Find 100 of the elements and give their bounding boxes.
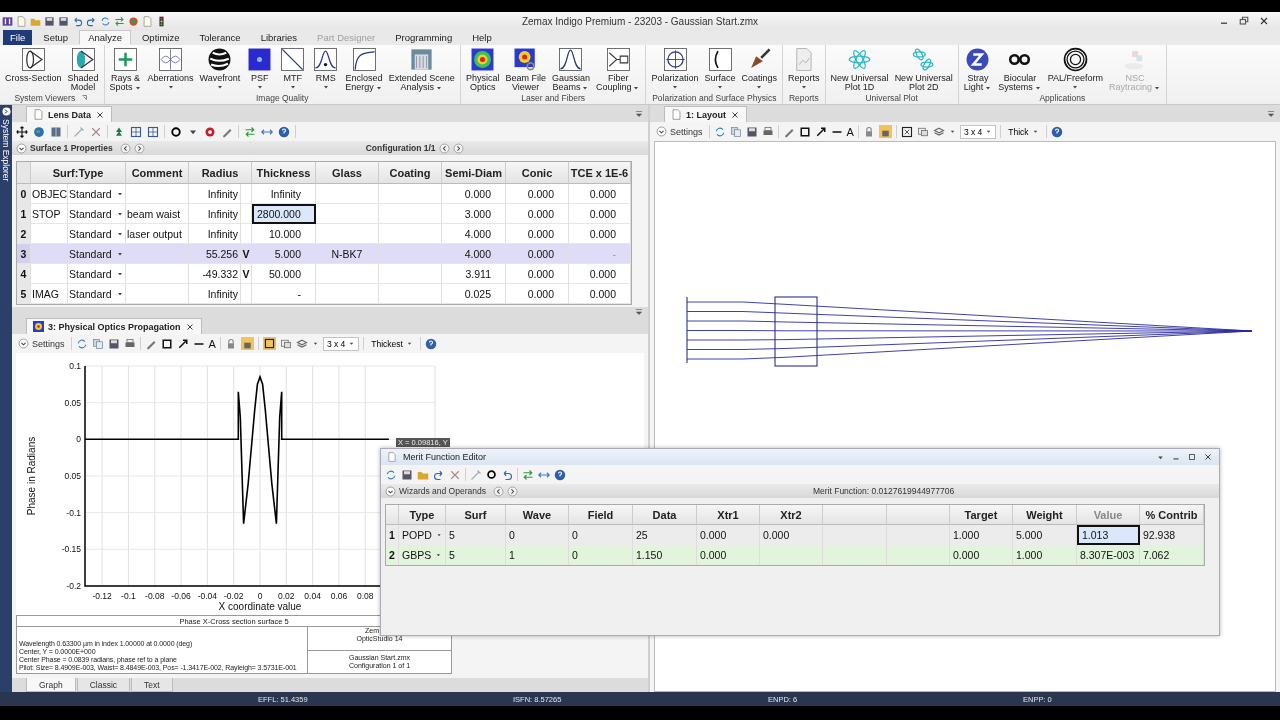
ribbon-button[interactable]: Reports [785,45,823,92]
table-cell[interactable]: 0.000 [569,204,631,224]
table-cell[interactable] [316,224,379,244]
table-cell[interactable] [316,184,379,204]
fit-icon[interactable] [262,337,276,350]
ball-icon[interactable] [128,15,139,27]
swap-icon[interactable] [244,125,256,138]
table-cell[interactable]: 10.000 [252,224,316,244]
refresh-icon[interactable] [75,337,88,350]
table-cell[interactable]: 25 [633,525,697,545]
save-icon[interactable] [44,15,55,27]
active-cell[interactable]: 2800.000 [252,204,316,224]
ribbon-button[interactable]: MTF [276,45,310,92]
table-cell[interactable]: 0.000 [697,545,760,565]
rectangle-icon[interactable] [160,337,173,350]
table-cell[interactable] [126,244,189,264]
table-cell[interactable]: -49.332 [189,264,241,284]
row-number[interactable]: 3 [17,244,31,264]
refresh-icon[interactable] [713,125,726,138]
dialog-launcher-icon[interactable] [81,94,90,102]
caret-icon[interactable] [799,83,808,91]
maximize-icon[interactable] [1187,452,1197,462]
ribbon-button[interactable]: Fiber Coupling [592,45,644,92]
windows-icon[interactable] [279,337,292,350]
grid-icon[interactable] [130,125,142,138]
type-dropdown[interactable]: Standard [68,244,126,264]
table-cell[interactable] [316,284,379,304]
ring-icon[interactable] [486,469,497,480]
row-number[interactable]: 4 [17,264,31,284]
table-cell[interactable]: Infinity [189,204,241,224]
swap-icon[interactable] [114,15,125,27]
table-cell[interactable]: N-BK7 [316,244,379,264]
expand-icon[interactable] [1,107,11,116]
undo-icon[interactable] [501,468,513,481]
solve-cell[interactable] [241,184,252,204]
ring-icon[interactable] [170,125,182,138]
table-cell[interactable] [126,184,189,204]
table-cell[interactable]: Infinity [189,284,241,304]
save-icon[interactable] [107,337,120,350]
tree-icon[interactable] [113,125,125,138]
table-cell[interactable]: 1.150 [633,545,697,565]
move-icon[interactable] [16,125,28,138]
ribbon-button[interactable]: Physical Optics [462,45,503,92]
table-cell[interactable]: 3.911 [442,264,506,284]
ribbon-button[interactable]: Surface [701,45,739,92]
lock-icon[interactable] [878,125,892,138]
menu-tab[interactable]: Analyze [79,30,131,45]
row-number[interactable]: 0 [17,184,31,204]
table-cell[interactable]: 0.000 [569,284,631,304]
ribbon-button[interactable]: Coatings [738,45,781,92]
table-cell[interactable]: Infinity [252,184,316,204]
windows-icon[interactable] [916,125,929,138]
pane-menu-icon[interactable] [634,307,644,317]
layout-dropdown[interactable]: 3 x 4 [322,336,360,351]
undo-icon[interactable] [72,15,83,27]
table-cell[interactable] [760,545,823,565]
caret-icon[interactable] [166,83,175,91]
cross-icon[interactable] [90,125,102,138]
ribbon-button[interactable]: Rays & Spots [106,45,145,92]
help-icon[interactable] [424,337,437,350]
row-number[interactable]: 5 [17,284,31,304]
table-cell[interactable] [31,264,68,284]
ribbon-button[interactable]: Aberrations [144,45,197,92]
type-dropdown[interactable]: Standard [68,284,126,304]
panel-tab[interactable]: 1: Layout [664,106,747,122]
table-cell[interactable]: 5 [446,525,506,545]
caret-icon[interactable] [716,83,725,91]
ribbon-button[interactable]: Enclosed Energy [342,45,386,92]
table-cell[interactable]: 1.000 [1013,545,1077,565]
menu-tab[interactable]: File [3,30,33,45]
swap-icon[interactable] [522,468,534,481]
menu-tab[interactable]: Libraries [251,30,307,45]
table-cell[interactable]: 0.000 [442,184,506,204]
ribbon-button[interactable]: New Universal Plot 1D [827,45,892,92]
active-cell[interactable]: 1.013 [1077,525,1140,545]
ribbon-button[interactable]: Polarization [648,45,702,92]
table-cell[interactable]: OBJEC [31,184,68,204]
redo-icon[interactable] [433,468,445,481]
table-cell[interactable]: 5.000 [1013,525,1077,545]
table-cell[interactable] [823,545,887,565]
line-dropdown[interactable]: Thick [1005,125,1042,138]
table-cell[interactable] [31,244,68,264]
close-icon[interactable] [1258,15,1270,27]
table-cell[interactable]: 0.000 [506,184,569,204]
caret-icon[interactable] [671,83,679,91]
redo-icon[interactable] [86,15,97,27]
table-cell[interactable] [379,244,442,264]
save-icon[interactable] [745,125,758,138]
fit-icon[interactable] [900,125,913,138]
caret-icon[interactable] [215,83,224,91]
table-cell[interactable] [316,264,379,284]
table-cell[interactable] [31,224,68,244]
globe-icon[interactable] [33,125,45,138]
table-cell[interactable] [379,224,442,244]
table-cell[interactable]: 5 [446,545,506,565]
line-dropdown[interactable]: Thickest [368,337,416,350]
table-cell[interactable]: Infinity [189,224,241,244]
table-cell[interactable]: 0.025 [442,284,506,304]
refresh-icon[interactable] [385,468,397,481]
ribbon-button[interactable]: PSF [243,45,277,92]
